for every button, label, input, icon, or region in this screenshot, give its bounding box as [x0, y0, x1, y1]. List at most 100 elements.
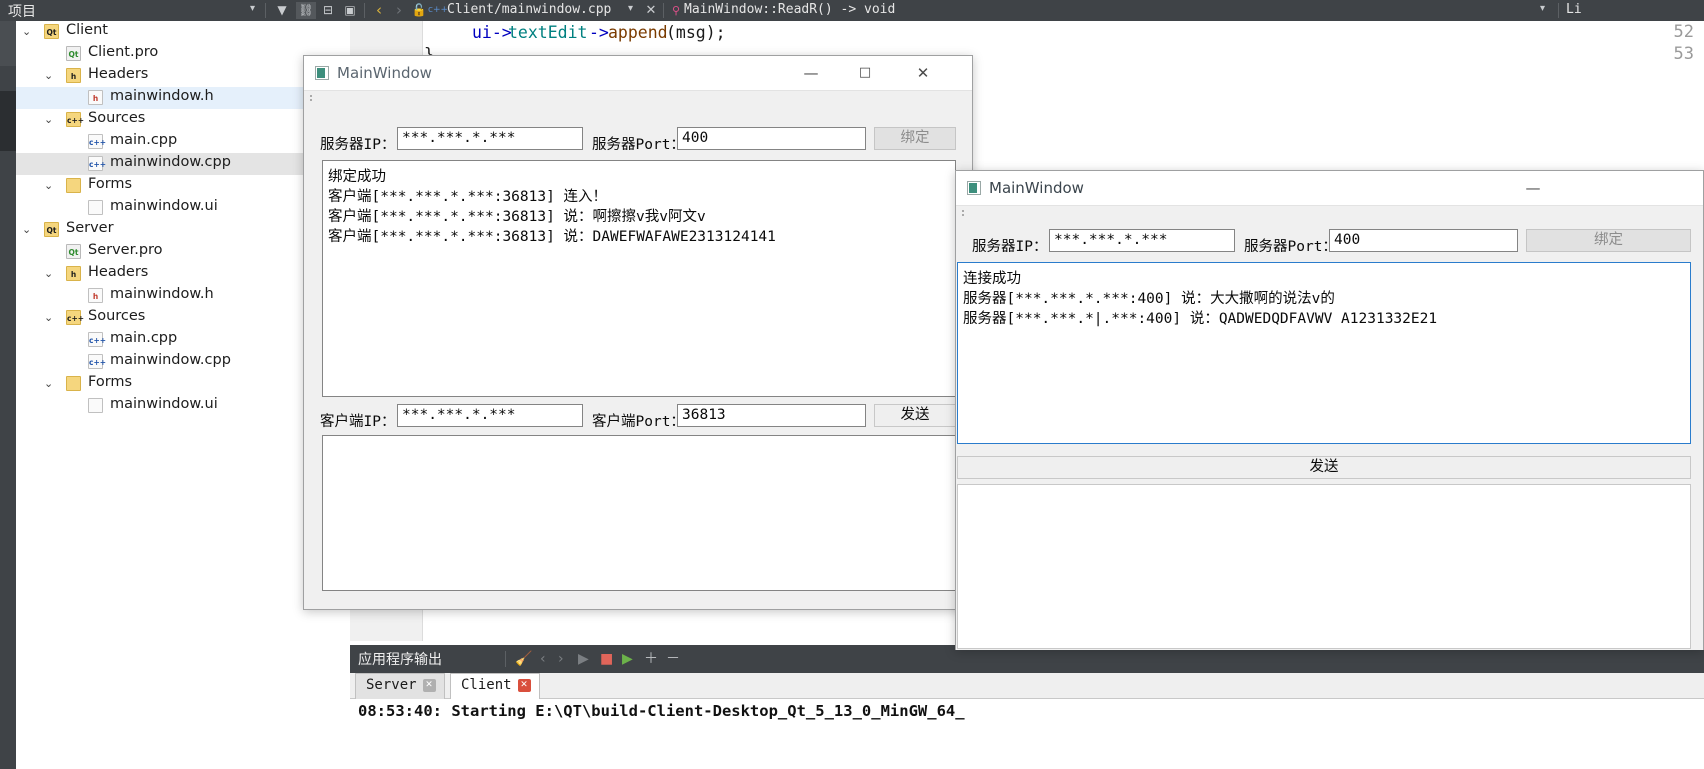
clear-output-icon[interactable]: 🧹 — [515, 650, 532, 668]
zoom-out-icon[interactable]: － — [666, 650, 680, 668]
tree-item-mainwindow-h[interactable]: h mainwindow.h — [16, 285, 350, 307]
output-tab-label: Server — [366, 677, 417, 693]
code-token: append — [608, 23, 668, 42]
tree-item-forms[interactable]: ⌄ Forms — [16, 175, 350, 197]
tree-item-main-cpp[interactable]: c++ main.cpp — [16, 329, 350, 351]
maximize-button[interactable]: □ — [842, 56, 888, 90]
tree-item-sources[interactable]: ⌄ c++ Sources — [16, 307, 350, 329]
close-icon[interactable]: ✕ — [422, 679, 436, 692]
client-mainwindow[interactable]: MainWindow — □ ✕ 服务器IP： ***.***.*.*** 服务… — [303, 55, 973, 610]
tree-item-sources[interactable]: ⌄ c++ Sources — [16, 109, 350, 131]
client-compose-textarea[interactable] — [322, 435, 956, 591]
server-ip-input[interactable]: ***.***.*.*** — [1049, 229, 1235, 252]
client-log-textarea[interactable]: 绑定成功 客户端[***.***.*.***:36813] 连入！ 客户端[**… — [322, 160, 956, 397]
cpp-file-icon: c++ — [88, 332, 106, 347]
tree-item-label: mainwindow.ui — [110, 198, 218, 214]
close-icon[interactable]: ✕ — [517, 679, 531, 692]
chevron-down-icon[interactable]: ⌄ — [44, 311, 53, 324]
chevron-down-icon[interactable]: ⌄ — [44, 179, 53, 192]
minimize-button[interactable]: — — [1510, 171, 1556, 205]
tree-item-label: mainwindow.ui — [110, 396, 218, 412]
server-menubar[interactable] — [956, 205, 1703, 220]
client-port-input[interactable]: 36813 — [677, 404, 866, 427]
server-port-input[interactable]: 400 — [677, 127, 866, 150]
tree-item-server[interactable]: ⌄ Qt Server — [16, 219, 350, 241]
tree-item-label: mainwindow.h — [110, 88, 214, 104]
tree-item-headers[interactable]: ⌄ h Headers — [16, 263, 350, 285]
cpp-file-icon: c++ — [88, 354, 106, 369]
output-tab-client[interactable]: Client ✕ — [450, 673, 540, 699]
stop-icon[interactable]: ■ — [600, 650, 613, 668]
server-port-input[interactable]: 400 — [1329, 229, 1518, 252]
rerun-icon[interactable]: ▶ — [622, 650, 633, 668]
split-icon[interactable]: ⊟ — [318, 2, 338, 19]
tree-item-server-pro[interactable]: Qt Server.pro — [16, 241, 350, 263]
tree-item-mainwindow-cpp[interactable]: c++ mainwindow.cpp — [16, 153, 350, 175]
tree-item-client-pro[interactable]: Qt Client.pro — [16, 43, 350, 65]
symbol-dropdown-arrow[interactable]: ▾ — [1540, 3, 1545, 14]
editor-file-tab[interactable]: Client/mainwindow.cpp — [447, 2, 611, 17]
chevron-right-icon[interactable]: › — [390, 2, 408, 19]
server-mainwindow[interactable]: MainWindow — 服务器IP： ***.***.*.*** 服务器Por… — [955, 170, 1704, 650]
current-symbol[interactable]: MainWindow::ReadR() -> void — [684, 2, 895, 17]
header-file-icon: h — [88, 288, 103, 303]
zoom-in-icon[interactable]: ＋ — [644, 650, 658, 668]
headers-folder-icon: h — [66, 266, 81, 281]
client-port-label: 客户端Port： — [592, 414, 685, 430]
send-button[interactable]: 发送 — [874, 404, 956, 427]
filter-icon[interactable]: ▼ — [272, 2, 292, 19]
sources-folder-icon: c++ — [66, 112, 84, 127]
link-icon[interactable]: ⛓ — [296, 2, 316, 19]
client-menubar[interactable] — [304, 90, 972, 105]
close-button[interactable]: ✕ — [900, 56, 946, 90]
application-output-tabs: Server ✕ Client ✕ — [350, 673, 1704, 699]
tree-item-main-cpp[interactable]: c++ main.cpp — [16, 131, 350, 153]
chevron-down-icon[interactable]: ⌄ — [22, 25, 31, 38]
chevron-down-icon[interactable]: ⌄ — [44, 377, 53, 390]
tree-item-mainwindow-ui[interactable]: mainwindow.ui — [16, 197, 350, 219]
server-log-textarea[interactable]: 连接成功 服务器[***.***.*.***:400] 说：大大撒啊的说法v的 … — [957, 262, 1691, 444]
bind-button[interactable]: 绑定 — [874, 127, 956, 150]
server-window-body: 服务器IP： ***.***.*.*** 服务器Port： 400 绑定 连接成… — [956, 220, 1703, 650]
prev-item-icon[interactable]: ‹ — [540, 650, 546, 668]
tree-item-forms[interactable]: ⌄ Forms — [16, 373, 350, 395]
file-tab-dropdown-arrow[interactable]: ▾ — [628, 3, 633, 14]
tree-item-mainwindow-ui[interactable]: mainwindow.ui — [16, 395, 350, 417]
chevron-down-icon[interactable]: ⌄ — [44, 69, 53, 82]
server-compose-textarea[interactable] — [957, 484, 1691, 649]
pro-file-icon: Qt — [66, 46, 81, 61]
tree-item-label: Headers — [88, 264, 149, 280]
client-window-titlebar[interactable]: MainWindow — □ ✕ — [304, 56, 972, 90]
line-number: 53 — [1673, 44, 1694, 64]
tree-item-mainwindow-cpp[interactable]: c++ mainwindow.cpp — [16, 351, 350, 373]
sync-icon[interactable]: ▣ — [340, 2, 360, 19]
app-icon — [315, 66, 329, 80]
function-private-icon: ⚲ — [671, 4, 681, 17]
code-token: (msg); — [666, 23, 726, 42]
tree-item-mainwindow-h[interactable]: h mainwindow.h — [16, 87, 350, 109]
next-item-icon[interactable]: › — [558, 650, 564, 668]
tree-item-headers[interactable]: ⌄ h Headers — [16, 65, 350, 87]
panel-dropdown-arrow[interactable]: ▾ — [250, 3, 255, 14]
log-line: 服务器[***.***.*.***:400] 说：大大撒啊的说法v的 — [963, 291, 1335, 307]
header-file-icon: h — [88, 90, 103, 105]
tree-item-label: Client — [66, 22, 108, 38]
bind-button[interactable]: 绑定 — [1526, 229, 1691, 252]
output-tab-server[interactable]: Server ✕ — [355, 673, 445, 699]
chevron-down-icon[interactable]: ⌄ — [44, 267, 53, 280]
minimize-button[interactable]: — — [788, 56, 834, 90]
client-ip-input[interactable]: ***.***.*.*** — [397, 404, 583, 427]
send-button[interactable]: 发送 — [957, 456, 1691, 479]
chevron-down-icon[interactable]: ⌄ — [22, 223, 31, 236]
close-icon[interactable]: ✕ — [643, 2, 659, 19]
output-log-line: 08:53:40: Starting E:\QT\build-Client-De… — [358, 702, 965, 720]
server-ip-input[interactable]: ***.***.*.*** — [397, 127, 583, 150]
server-ip-label: 服务器IP： — [320, 137, 396, 153]
unlock-icon[interactable]: 🔓 — [410, 2, 428, 19]
run-icon[interactable]: ▶ — [578, 650, 589, 668]
tree-item-client[interactable]: ⌄ Qt Client — [16, 21, 350, 43]
chevron-left-icon[interactable]: ‹ — [370, 2, 388, 19]
chevron-down-icon[interactable]: ⌄ — [44, 113, 53, 126]
log-line: 绑定成功 — [328, 169, 386, 185]
server-window-titlebar[interactable]: MainWindow — — [956, 171, 1703, 205]
